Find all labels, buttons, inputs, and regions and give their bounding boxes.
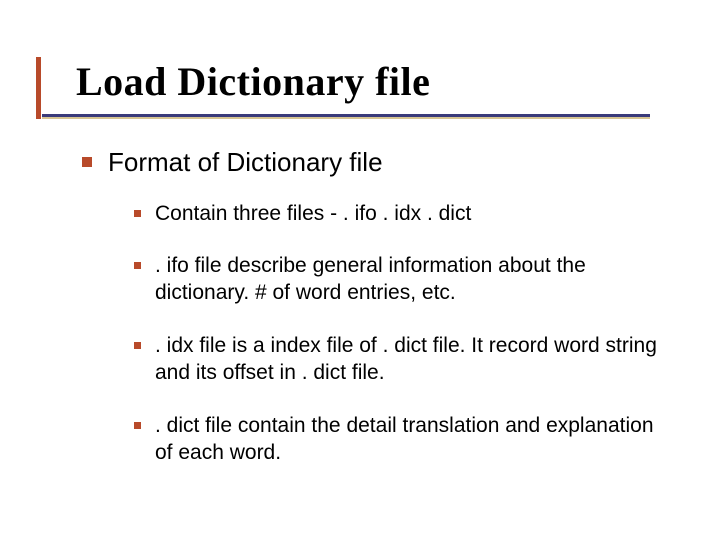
title-area: Load Dictionary file: [76, 58, 680, 113]
square-bullet-icon: [134, 210, 141, 217]
level2-text: . dict file contain the detail translati…: [155, 413, 670, 467]
level2-list: Contain three files - . ifo . idx . dict…: [134, 201, 670, 467]
slide: Load Dictionary file Format of Dictionar…: [0, 0, 720, 540]
title-underline-light: [42, 117, 650, 119]
slide-title: Load Dictionary file: [76, 58, 680, 105]
list-item: . dict file contain the detail translati…: [134, 413, 670, 467]
square-bullet-icon: [134, 262, 141, 269]
title-accent-bar: [36, 57, 41, 119]
square-bullet-icon: [82, 157, 92, 167]
square-bullet-icon: [134, 422, 141, 429]
level1-text: Format of Dictionary file: [108, 146, 383, 179]
level2-text: . ifo file describe general information …: [155, 253, 670, 307]
list-item: . ifo file describe general information …: [134, 253, 670, 307]
list-item: Format of Dictionary file: [82, 146, 670, 179]
list-item: Contain three files - . ifo . idx . dict: [134, 201, 670, 228]
list-item: . idx file is a index file of . dict fil…: [134, 333, 670, 387]
level2-text: Contain three files - . ifo . idx . dict: [155, 201, 471, 228]
level2-text: . idx file is a index file of . dict fil…: [155, 333, 670, 387]
slide-body: Format of Dictionary file Contain three …: [82, 146, 670, 493]
square-bullet-icon: [134, 342, 141, 349]
